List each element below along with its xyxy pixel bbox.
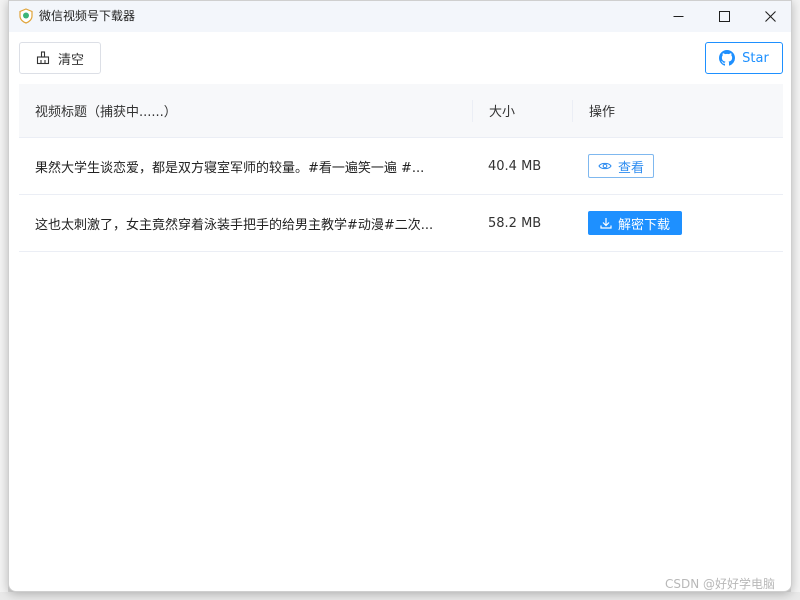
view-button[interactable]: 查看 <box>588 154 654 178</box>
table-row: 果然大学生谈恋爱，都是双方寝室军师的较量。#看一遍笑一遍 #... 40.4 M… <box>19 138 783 195</box>
view-button-label: 查看 <box>617 160 644 176</box>
table-row: 这也太刺激了，女主竟然穿着泳装手把手的给男主教学#动漫#二次... 58.2 M… <box>19 195 783 252</box>
desktop-background-right <box>791 0 800 600</box>
clear-button-label: 清空 <box>57 52 84 68</box>
desktop-background-bottom <box>0 592 800 600</box>
app-window: 微信视频号下载器 清空 Star 视频标题（捕获中......） 大小 操作 果… <box>8 0 792 592</box>
maximize-icon <box>718 11 730 22</box>
video-title: 这也太刺激了，女主竟然穿着泳装手把手的给男主教学#动漫#二次... <box>35 217 434 233</box>
eye-icon <box>598 162 612 170</box>
github-star-button[interactable]: Star <box>705 42 783 74</box>
table-header: 视频标题（捕获中......） 大小 操作 <box>19 84 783 138</box>
video-title: 果然大学生谈恋爱，都是双方寝室军师的较量。#看一遍笑一遍 #... <box>35 160 425 176</box>
star-button-label: Star <box>742 50 769 66</box>
close-icon <box>764 11 776 22</box>
header-size: 大小 <box>472 99 572 122</box>
decrypt-download-button[interactable]: 解密下载 <box>588 211 682 235</box>
maximize-button[interactable] <box>701 1 747 32</box>
header-action: 操作 <box>572 99 783 122</box>
minimize-button[interactable] <box>655 1 701 32</box>
desktop-background-left <box>0 0 8 600</box>
github-icon <box>719 50 736 66</box>
video-size: 58.2 MB <box>488 215 542 231</box>
close-button[interactable] <box>747 1 791 32</box>
window-title: 微信视频号下载器 <box>39 9 136 23</box>
title-bar[interactable]: 微信视频号下载器 <box>9 1 791 32</box>
clear-button[interactable]: 清空 <box>19 42 101 74</box>
watermark: CSDN @好好学电脑 <box>665 577 776 591</box>
header-title: 视频标题（捕获中......） <box>35 105 177 120</box>
minimize-icon <box>673 16 683 17</box>
app-logo-icon <box>18 8 34 24</box>
video-size: 40.4 MB <box>488 158 542 174</box>
video-table: 视频标题（捕获中......） 大小 操作 果然大学生谈恋爱，都是双方寝室军师的… <box>19 84 783 252</box>
download-button-label: 解密下载 <box>617 217 670 233</box>
download-icon <box>600 218 612 229</box>
broom-icon <box>36 51 50 65</box>
